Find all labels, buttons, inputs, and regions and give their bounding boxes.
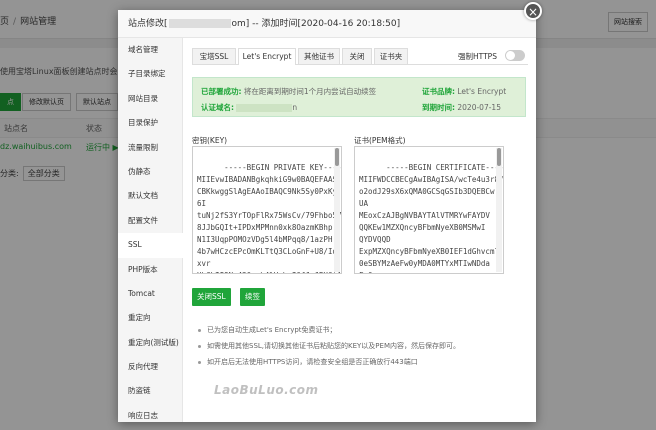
sidebar-item-domain[interactable]: 域名管理 [118, 38, 182, 62]
modal-title: 站点修改[om] -- 添加时间[2020-04-16 20:18:50] [118, 10, 536, 38]
sidebar-item-redirect-beta[interactable]: 重定向(测试版) [118, 331, 182, 355]
sidebar-item-dir-protect[interactable]: 目录保护 [118, 111, 182, 135]
sidebar-item-php-version[interactable]: PHP版本 [118, 258, 182, 282]
sidebar-item-hotlink[interactable]: 防盗链 [118, 379, 182, 403]
cert-status-box: 已部署成功: 将在距离到期时间1个月内尝试自动续签 认证域名: n 证书品牌: … [192, 77, 526, 117]
renew-button[interactable]: 续签 [240, 288, 265, 306]
key-scrollbar[interactable] [334, 148, 340, 272]
redacted-domain [168, 19, 231, 28]
sidebar-item-redirect[interactable]: 重定向 [118, 306, 182, 330]
sidebar-item-default-doc[interactable]: 默认文档 [118, 184, 182, 208]
close-modal-icon[interactable]: × [524, 2, 542, 20]
tab-other-cert[interactable]: 其他证书 [298, 48, 340, 64]
expiry-label: 到期时间: [422, 103, 455, 112]
key-label: 密钥(KEY) [192, 136, 228, 145]
domain-label: 认证域名: [201, 103, 234, 112]
redacted-domain-value [236, 104, 293, 112]
note-item: 已为您自动生成Let's Encrypt免费证书； [198, 322, 460, 338]
cert-scrollbar[interactable] [496, 148, 502, 272]
tab-bt-ssl[interactable]: 宝塔SSL [192, 48, 236, 64]
toggle-knob [506, 51, 515, 60]
tab-close[interactable]: 关闭 [342, 48, 372, 64]
brand-value: Let's Encrypt [457, 87, 507, 96]
tab-lets-encrypt[interactable]: Let's Encrypt [238, 48, 296, 65]
expiry-value: 2020-07-15 [457, 103, 501, 112]
deployed-label: 已部署成功: [201, 87, 242, 96]
sidebar-item-rewrite[interactable]: 伪静态 [118, 160, 182, 184]
brand-label: 证书品牌: [422, 87, 455, 96]
ssl-content: 宝塔SSL Let's Encrypt 其他证书 关闭 证书夹 强制HTTPS … [192, 38, 528, 422]
ssl-notes: 已为您自动生成Let's Encrypt免费证书； 如需使用其他SSL,请切换其… [198, 322, 460, 370]
site-edit-modal: 站点修改[om] -- 添加时间[2020-04-16 20:18:50] 域名… [118, 10, 536, 422]
force-https-toggle[interactable] [505, 50, 525, 61]
sidebar-item-subdir[interactable]: 子目录绑定 [118, 62, 182, 86]
sidebar-item-tomcat[interactable]: Tomcat [118, 282, 182, 306]
cert-scroll-thumb[interactable] [497, 148, 501, 166]
sidebar-item-ssl[interactable]: SSL [118, 233, 183, 258]
deployed-text: 将在距离到期时间1个月内尝试自动续签 [243, 87, 377, 96]
note-item: 如需使用其他SSL,请切换其他证书后粘贴您的KEY以及PEM内容，然后保存即可。 [198, 338, 460, 354]
note-item: 如开启后无法使用HTTPS访问，请检查安全组是否正确放行443端口 [198, 354, 460, 370]
sidebar-item-response-log[interactable]: 响应日志 [118, 404, 182, 422]
tab-cert-folder[interactable]: 证书夹 [374, 48, 408, 64]
cert-textarea[interactable]: -----BEGIN CERTIFICATE----- MIIFWDCCBECg… [354, 146, 504, 274]
close-ssl-button[interactable]: 关闭SSL [192, 288, 231, 306]
sidebar-item-reverse-proxy[interactable]: 反向代理 [118, 355, 182, 379]
sidebar-item-site-dir[interactable]: 网站目录 [118, 87, 182, 111]
cert-label: 证书(PEM格式) [354, 136, 406, 145]
force-https-label: 强制HTTPS [458, 52, 497, 61]
watermark: LaoBuLuo.com [214, 383, 319, 397]
modal-sidebar: 域名管理 子目录绑定 网站目录 目录保护 流量限制 伪静态 默认文档 配置文件 … [118, 38, 183, 422]
sidebar-item-traffic-limit[interactable]: 流量限制 [118, 136, 182, 160]
sidebar-item-config-file[interactable]: 配置文件 [118, 209, 182, 233]
key-textarea[interactable]: -----BEGIN PRIVATE KEY----- MIIEvwIBADAN… [192, 146, 342, 274]
key-scroll-thumb[interactable] [335, 148, 339, 166]
